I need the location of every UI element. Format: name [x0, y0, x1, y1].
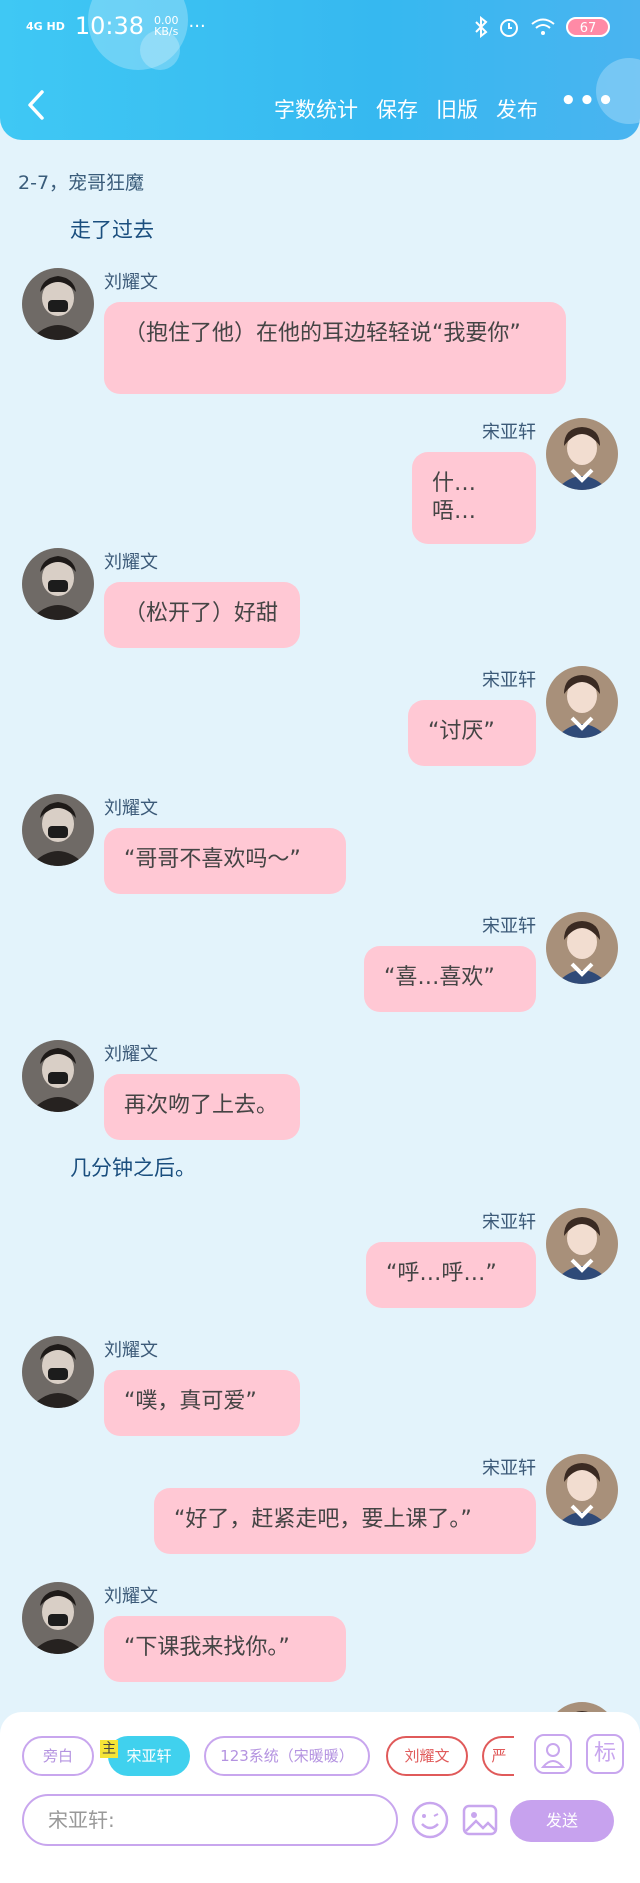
- message-bubble[interactable]: “下课我来找你。”: [104, 1616, 346, 1682]
- status-bar: 4G HD 10:38 0.00 KB/s ··· 67: [0, 0, 640, 56]
- speaker-name: 宋亚轩: [482, 1458, 536, 1479]
- role-chip-partial[interactable]: 严: [482, 1736, 514, 1776]
- avatar[interactable]: [22, 268, 94, 340]
- main-role-tag: 主: [100, 1740, 118, 1758]
- speaker-name: 刘耀文: [104, 552, 158, 573]
- avatar[interactable]: [22, 1336, 94, 1408]
- speaker-name: 宋亚轩: [482, 1212, 536, 1233]
- speaker-name: 刘耀文: [104, 798, 158, 819]
- message-bubble[interactable]: “噗，真可爱”: [104, 1370, 300, 1436]
- narration-text: 走了过去: [70, 218, 154, 242]
- status-dots: ···: [188, 15, 206, 37]
- avatar[interactable]: [22, 548, 94, 620]
- role-chip-liu-yaowen[interactable]: 刘耀文: [386, 1736, 468, 1776]
- avatar[interactable]: [546, 418, 618, 490]
- emoji-icon[interactable]: [410, 1800, 450, 1840]
- old-version-button[interactable]: 旧版: [436, 94, 478, 124]
- bottom-panel: 旁白 宋亚轩 主 123系统（宋暖暖） 刘耀文 严 标 宋亚轩: 发送: [0, 1712, 640, 1883]
- message-bubble[interactable]: “呼…呼…”: [366, 1242, 536, 1308]
- speaker-name: 刘耀文: [104, 1044, 158, 1065]
- message-bubble[interactable]: “喜…喜欢”: [364, 946, 536, 1012]
- network-indicator: 4G HD: [26, 19, 65, 33]
- avatar[interactable]: [22, 1040, 94, 1112]
- image-icon[interactable]: [460, 1800, 500, 1840]
- speaker-name: 宋亚轩: [482, 670, 536, 691]
- speaker-name: 刘耀文: [104, 1340, 158, 1361]
- speaker-name: 刘耀文: [104, 1586, 158, 1607]
- message-bubble[interactable]: （抱住了他）在他的耳边轻轻说“我要你”: [104, 302, 566, 394]
- role-chip-song-yaxuan[interactable]: 宋亚轩: [108, 1736, 190, 1776]
- avatar[interactable]: [22, 794, 94, 866]
- wifi-icon: [531, 18, 555, 35]
- clock: 10:38: [74, 12, 145, 40]
- avatar[interactable]: [22, 1582, 94, 1654]
- message-bubble[interactable]: “讨厌”: [408, 700, 536, 766]
- role-chip-narration[interactable]: 旁白: [22, 1736, 94, 1776]
- speaker-name: 刘耀文: [104, 272, 158, 293]
- chapter-title: 2-7，宠哥狂魔: [18, 172, 145, 194]
- save-button[interactable]: 保存: [376, 94, 418, 124]
- person-icon: [540, 1743, 566, 1768]
- publish-button[interactable]: 发布: [496, 94, 538, 124]
- message-bubble[interactable]: 再次吻了上去。: [104, 1074, 300, 1140]
- word-count-button[interactable]: 字数统计: [274, 94, 358, 124]
- narration-text: 几分钟之后。: [70, 1156, 196, 1180]
- message-bubble[interactable]: 什…唔…: [412, 452, 536, 544]
- message-bubble[interactable]: “好了，赶紧走吧，要上课了。”: [154, 1488, 536, 1554]
- avatar[interactable]: [546, 912, 618, 984]
- avatar[interactable]: [546, 1208, 618, 1280]
- nav-bar: 字数统计 保存 旧版 发布 •••: [0, 80, 640, 136]
- message-bubble[interactable]: “哥哥不喜欢吗～”: [104, 828, 346, 894]
- more-options-icon[interactable]: •••: [560, 86, 616, 116]
- speaker-name: 宋亚轩: [482, 422, 536, 443]
- message-input[interactable]: 宋亚轩:: [22, 1794, 398, 1846]
- net-speed: 0.00 KB/s: [154, 14, 179, 38]
- battery-indicator: 67: [566, 17, 610, 37]
- header: 4G HD 10:38 0.00 KB/s ··· 67 字数统计 保存 旧版 发…: [0, 0, 640, 140]
- avatar[interactable]: [546, 666, 618, 738]
- mark-button[interactable]: 标: [586, 1734, 624, 1774]
- send-button[interactable]: 发送: [510, 1800, 614, 1842]
- message-bubble[interactable]: （松开了）好甜: [104, 582, 300, 648]
- bluetooth-icon: [475, 16, 488, 38]
- avatar[interactable]: [546, 1454, 618, 1526]
- add-role-button[interactable]: [534, 1734, 572, 1774]
- speaker-name: 宋亚轩: [482, 916, 536, 937]
- back-arrow-icon[interactable]: [20, 88, 54, 122]
- alarm-icon: [500, 19, 518, 37]
- role-chip-system[interactable]: 123系统（宋暖暖）: [204, 1736, 370, 1776]
